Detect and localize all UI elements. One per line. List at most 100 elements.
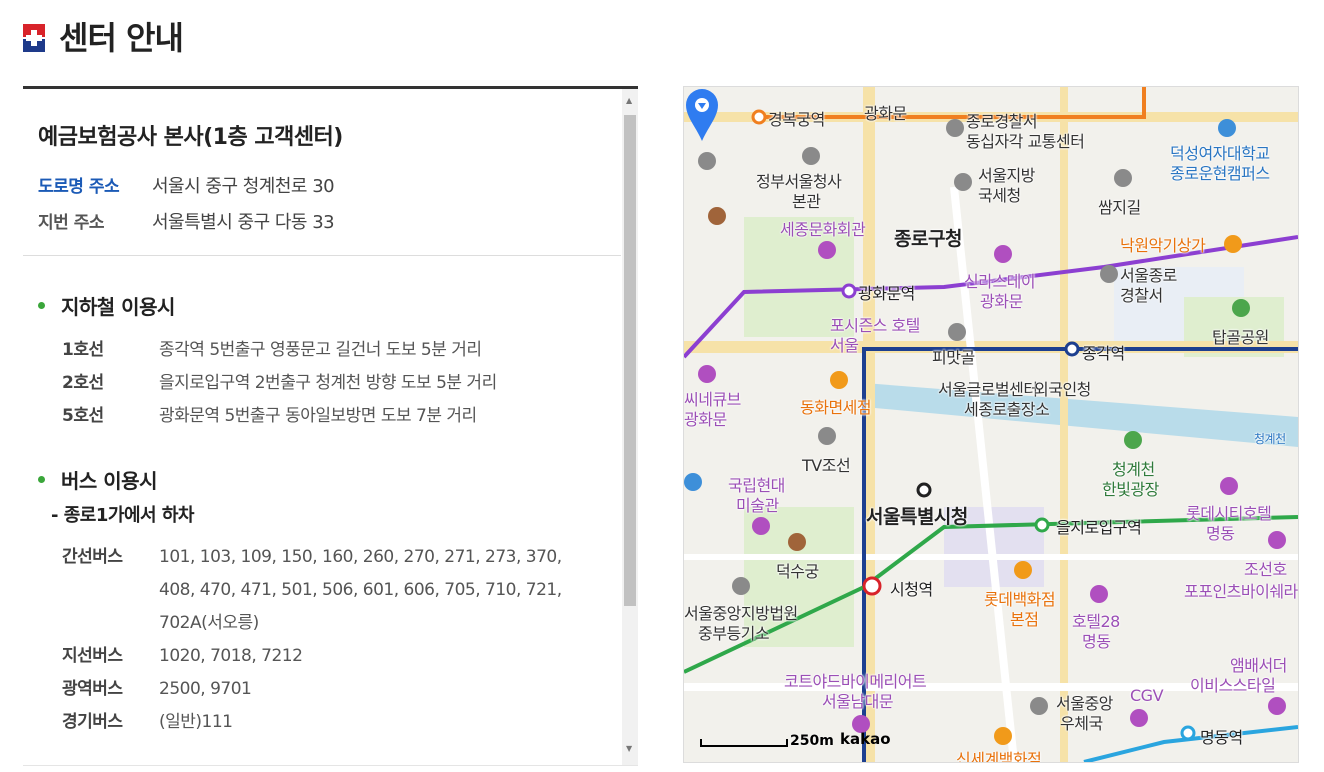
poi-marker[interactable] [818,241,836,259]
poi-marker[interactable] [994,245,1012,263]
poi-marker[interactable] [1090,585,1108,603]
map-label: 쌈지길 [1098,198,1141,217]
poi-marker[interactable] [1268,531,1286,549]
map-label: 청계천 [1254,432,1286,446]
lot-address-row: 지번 주소 서울특별시 중구 다동 33 [38,208,335,234]
poi-marker[interactable] [1014,561,1032,579]
map-scale-label: 250m [790,733,834,749]
poi-marker[interactable] [732,577,750,595]
poi-marker[interactable] [684,473,702,491]
subway-line-label: 5호선 [62,406,104,426]
location-pin-icon[interactable] [684,87,720,143]
bullet-icon [38,476,45,483]
map-label: 이비스스타일 [1190,676,1276,695]
bus-type-label: 광역버스 [62,679,123,699]
map-label: 본관 [792,192,821,211]
poi-marker[interactable] [698,365,716,383]
bus-stop-title: - 종로1가에서 하차 [51,505,194,526]
subway-line-desc: 광화문역 5번출구 동아일보방면 도보 7분 거리 [159,406,477,426]
scroll-up-icon[interactable]: ▲ [626,97,632,105]
map-label: 국세청 [978,186,1021,205]
scroll-down-icon[interactable]: ▼ [626,745,632,753]
poi-marker[interactable] [1218,119,1236,137]
map-label: TV조선 [802,456,851,475]
map-provider-logo[interactable]: kakao [840,730,891,748]
center-info-panel[interactable]: 예금보험공사 본사(1층 고객센터) 도로명 주소 서울시 중구 청계천로 30 … [23,86,638,766]
poi-marker[interactable] [1224,235,1242,253]
center-name: 예금보험공사 본사(1층 고객센터) [38,125,343,150]
bus-section-title: 버스 이용시 [38,465,157,494]
subway-line-label: 1호선 [62,340,104,360]
road-address-label: 도로명 주소 [38,177,120,197]
map-label: 광화문 [684,410,727,429]
subway-line-desc: 을지로입구역 2번출구 청계천 방향 도보 5분 거리 [159,373,497,393]
poi-marker[interactable] [994,727,1012,745]
poi-marker[interactable] [1124,431,1142,449]
poi-marker[interactable] [1100,265,1118,283]
map-label: 광화문 [980,292,1023,311]
map-label: 서울 [830,336,859,355]
map-label: 광화문 [864,104,907,123]
bus-type-row: 간선버스 101, 103, 109, 150, 160, 260, 270, 2… [62,547,599,646]
poi-marker[interactable] [752,517,770,535]
map-label: 피맛골 [932,348,975,367]
station-label: 을지로입구역 [1056,518,1142,537]
lot-address-label: 지번 주소 [38,213,104,233]
poi-marker[interactable] [1268,697,1286,715]
map-label: 동십자각 교통센터 [966,132,1085,151]
poi-marker[interactable] [1232,299,1250,317]
subway-title-text: 지하철 이용시 [61,295,175,319]
poi-marker[interactable] [1130,709,1148,727]
map-label: 서울특별시청 [866,506,968,528]
section-divider [23,255,621,256]
poi-marker[interactable] [788,533,806,551]
bus-type-row: 경기버스 (일반)111 [62,712,599,732]
poi-marker[interactable] [818,427,836,445]
poi-marker[interactable] [1220,477,1238,495]
map-label: 명동 [1206,524,1235,543]
poi-marker[interactable] [948,323,966,341]
bus-routes: 2500, 9701 [159,679,252,699]
scroll-thumb[interactable] [624,115,636,606]
subway-line-row: 5호선 광화문역 5번출구 동아일보방면 도보 7분 거리 [62,406,599,426]
bullet-icon [38,302,45,309]
station-label: 명동역 [1200,728,1243,747]
station-label: 종각역 [1082,344,1125,363]
subway-section-title: 지하철 이용시 [38,291,175,320]
subway-line-label: 2호선 [62,373,104,393]
map-label: 동화면세점 [800,398,872,417]
station-label: 광화문역 [858,284,915,303]
logo-icon [23,24,45,52]
map-label: 조선호 [1244,560,1287,579]
road-address-row: 도로명 주소 서울시 중구 청계천로 30 [38,172,335,198]
subway-line-desc: 종각역 5번출구 영풍문고 길건너 도보 5분 거리 [159,340,482,360]
map-label: 경찰서 [1120,286,1163,305]
map-label: 미술관 [736,496,779,515]
map-label: 한빛광장 [1102,480,1159,499]
poi-marker[interactable] [698,152,716,170]
map-label: 세종로출장소 [964,400,1050,419]
bus-routes: 1020, 7018, 7212 [159,646,303,666]
map-label: 신세계백화점 [956,750,1042,763]
poi-marker[interactable] [1030,697,1048,715]
poi-marker[interactable] [708,207,726,225]
poi-marker[interactable] [954,173,972,191]
map-label: 탑골공원 [1212,328,1269,347]
poi-marker[interactable] [802,147,820,165]
bus-routes: (일반)111 [159,712,233,732]
map-label: 덕수궁 [776,562,819,581]
bus-type-row: 광역버스 2500, 9701 [62,679,599,699]
map-label: 본점 [1010,610,1039,629]
bus-title-text: 버스 이용시 [61,469,157,493]
map-label: 중부등기소 [698,624,770,643]
station-label: 시청역 [890,580,933,599]
bus-routes: 101, 103, 109, 150, 160, 260, 270, 271, … [159,547,562,633]
scrollbar[interactable]: ▲ ▼ [622,89,638,765]
poi-marker[interactable] [1114,169,1132,187]
bus-type-label: 지선버스 [62,646,123,666]
map-label: 명동 [1082,632,1111,651]
page-title: 센터 안내 [59,19,184,57]
poi-marker[interactable] [946,119,964,137]
poi-marker[interactable] [830,371,848,389]
location-map[interactable]: 경복궁역 광화문 종로경찰서 동십자각 교통센터 정부서울청사 본관 서울지방 … [683,86,1299,763]
